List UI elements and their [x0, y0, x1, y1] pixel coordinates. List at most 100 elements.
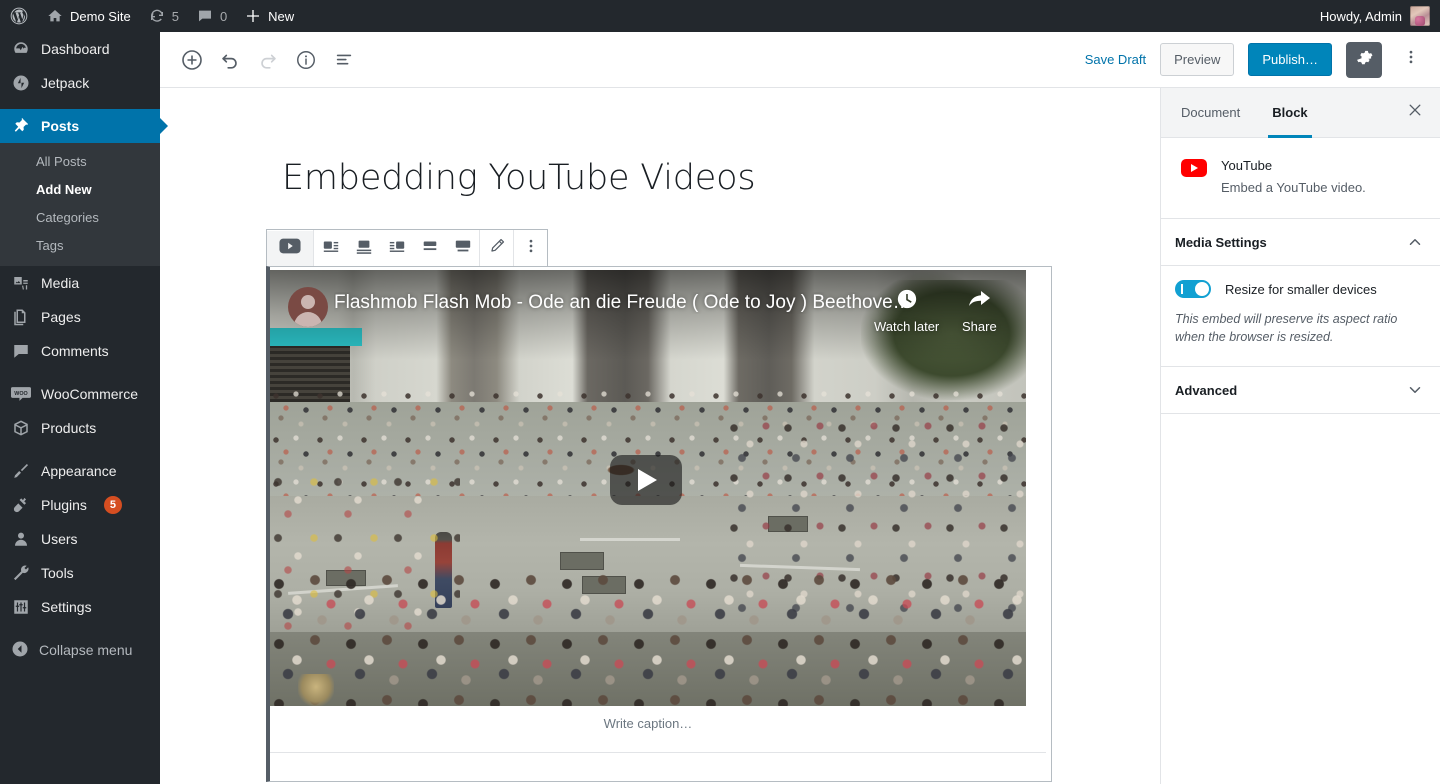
- menu-separator: [0, 624, 160, 633]
- sidebar-item-label: Plugins: [41, 498, 87, 512]
- watch-later-label: Watch later: [874, 319, 939, 334]
- updates-menu[interactable]: 5: [140, 0, 188, 32]
- block-type-group: [267, 230, 314, 266]
- comment-bubble-icon: [197, 8, 213, 24]
- menu-separator: [0, 100, 160, 109]
- caption-placeholder[interactable]: Write caption…: [270, 716, 1026, 731]
- edit-url-button[interactable]: [480, 231, 513, 266]
- site-name-menu[interactable]: Demo Site: [38, 0, 140, 32]
- close-sidebar-button[interactable]: [1390, 88, 1440, 137]
- block-more-options-button[interactable]: [514, 231, 547, 266]
- chevron-down-icon: [1406, 381, 1424, 399]
- share-label: Share: [962, 319, 997, 334]
- block-bottom-divider: [270, 752, 1046, 753]
- align-left-button[interactable]: [314, 231, 347, 266]
- media-settings-panel-header[interactable]: Media Settings: [1161, 219, 1440, 266]
- sidebar-item-jetpack[interactable]: Jetpack: [0, 66, 160, 100]
- sidebar-item-appearance[interactable]: Appearance: [0, 454, 160, 488]
- align-center-icon: [355, 237, 373, 260]
- sidebar-item-pages[interactable]: Pages: [0, 300, 160, 334]
- pages-icon: [11, 307, 31, 327]
- tab-block[interactable]: Block: [1256, 88, 1323, 137]
- sidebar-item-tools[interactable]: Tools: [0, 556, 160, 590]
- youtube-embed-player[interactable]: Flashmob Flash Mob - Ode an die Freude (…: [270, 270, 1026, 706]
- collapse-menu-button[interactable]: Collapse menu: [0, 633, 160, 667]
- sidebar-item-comments[interactable]: Comments: [0, 334, 160, 368]
- resize-for-smaller-devices-toggle[interactable]: [1175, 280, 1211, 298]
- alignment-group: [314, 230, 480, 266]
- settings-icon: [11, 597, 31, 617]
- block-type-button[interactable]: [267, 231, 313, 266]
- pencil-icon: [488, 237, 506, 260]
- undo-button[interactable]: [212, 42, 248, 78]
- wp-logo-menu[interactable]: [0, 0, 38, 32]
- sidebar-item-settings[interactable]: Settings: [0, 590, 160, 624]
- posts-submenu: All Posts Add New Categories Tags: [0, 143, 160, 266]
- sidebar-item-posts[interactable]: Posts: [0, 109, 160, 143]
- align-left-icon: [322, 237, 340, 260]
- editor-header-right-tools: Save Draft Preview Publish…: [1085, 42, 1440, 78]
- products-icon: [11, 418, 31, 438]
- advanced-panel-header[interactable]: Advanced: [1161, 367, 1440, 414]
- content-info-button[interactable]: [288, 42, 324, 78]
- tools-icon: [11, 563, 31, 583]
- submenu-item-add-new[interactable]: Add New: [0, 176, 160, 204]
- more-vertical-icon: [522, 237, 540, 260]
- users-icon: [11, 529, 31, 549]
- menu-separator: [0, 445, 160, 454]
- new-content-menu[interactable]: New: [236, 0, 303, 32]
- sidebar-item-media[interactable]: Media: [0, 266, 160, 300]
- more-tools-button[interactable]: [1396, 42, 1426, 78]
- menu-separator: [0, 368, 160, 377]
- sidebar-item-label: Comments: [41, 344, 109, 358]
- block-navigation-button[interactable]: [326, 42, 362, 78]
- submenu-item-all-posts[interactable]: All Posts: [0, 148, 160, 176]
- comments-icon: [11, 341, 31, 361]
- tab-document[interactable]: Document: [1161, 88, 1256, 137]
- collapse-arrow-icon: [11, 640, 29, 661]
- publish-button[interactable]: Publish…: [1248, 43, 1332, 76]
- post-title[interactable]: Embedding YouTube Videos: [282, 156, 982, 200]
- add-block-button[interactable]: [174, 42, 210, 78]
- channel-avatar-icon[interactable]: [288, 287, 328, 327]
- more-vertical-icon: [1402, 48, 1420, 71]
- submenu-item-categories[interactable]: Categories: [0, 204, 160, 232]
- align-center-button[interactable]: [347, 231, 380, 266]
- sidebar-item-users[interactable]: Users: [0, 522, 160, 556]
- resize-toggle-row[interactable]: Resize for smaller devices: [1175, 280, 1424, 298]
- watch-later-button[interactable]: Watch later: [874, 288, 939, 334]
- play-triangle: [638, 469, 657, 491]
- share-arrow-icon: [967, 288, 991, 313]
- redo-button[interactable]: [250, 42, 286, 78]
- account-menu[interactable]: Howdy, Admin: [1320, 6, 1440, 26]
- sidebar-item-dashboard[interactable]: Dashboard: [0, 32, 160, 66]
- video-title[interactable]: Flashmob Flash Mob - Ode an die Freude (…: [334, 292, 912, 314]
- settings-sidebar: Document Block YouTube Embed a YouTube v…: [1160, 88, 1440, 784]
- editor-canvas: Embedding YouTube Videos G: [160, 88, 1160, 784]
- close-icon: [1407, 102, 1423, 123]
- sidebar-item-products[interactable]: Products: [0, 411, 160, 445]
- preview-button[interactable]: Preview: [1160, 43, 1234, 76]
- wide-width-button[interactable]: [413, 231, 446, 266]
- block-description: Embed a YouTube video.: [1221, 178, 1366, 198]
- sidebar-item-label: Posts: [41, 119, 79, 133]
- align-right-icon: [388, 237, 406, 260]
- comments-menu[interactable]: 0: [188, 0, 236, 32]
- woocommerce-icon: WOO: [11, 384, 31, 404]
- share-button[interactable]: Share: [962, 288, 997, 334]
- new-label: New: [268, 9, 294, 24]
- save-draft-button[interactable]: Save Draft: [1085, 52, 1146, 67]
- resize-toggle-label: Resize for smaller devices: [1225, 282, 1377, 297]
- full-width-button[interactable]: [446, 231, 479, 266]
- play-button-icon[interactable]: [610, 455, 682, 505]
- sidebar-item-plugins[interactable]: Plugins 5: [0, 488, 160, 522]
- sidebar-item-label: Products: [41, 421, 96, 435]
- submenu-item-tags[interactable]: Tags: [0, 232, 160, 260]
- photo-road-marking: [580, 538, 680, 541]
- youtube-icon: [1181, 159, 1207, 177]
- settings-toggle-button[interactable]: [1346, 42, 1382, 78]
- sidebar-item-woocommerce[interactable]: WOO WooCommerce: [0, 377, 160, 411]
- full-width-icon: [454, 237, 472, 260]
- align-right-button[interactable]: [380, 231, 413, 266]
- plus-icon: [245, 8, 261, 24]
